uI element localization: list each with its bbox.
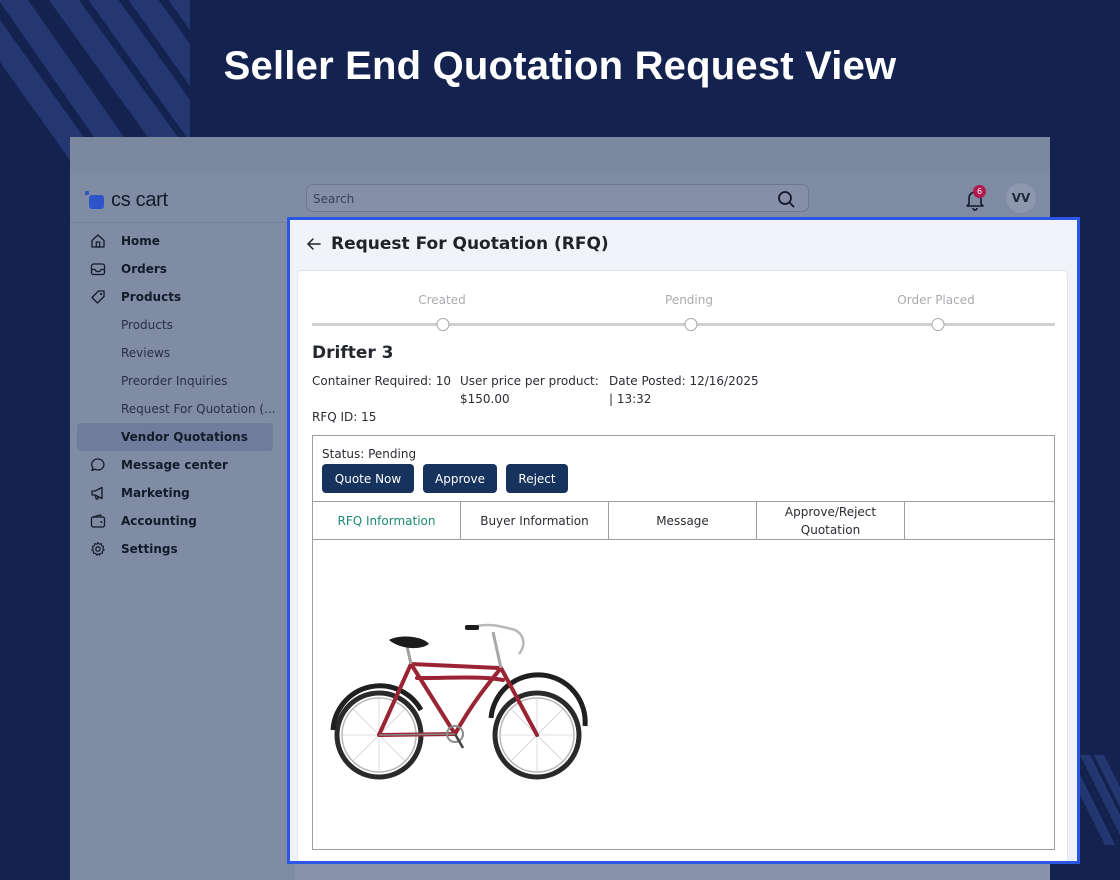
rfq-header: Request For Quotation (RFQ) — [290, 220, 1077, 268]
user-avatar[interactable]: VV — [1006, 183, 1036, 213]
sidebar-item-label: Vendor Quotations — [121, 430, 248, 444]
sidebar-item-orders[interactable]: Orders — [70, 255, 286, 283]
search-bar — [306, 184, 809, 212]
approve-button[interactable]: Approve — [423, 464, 497, 493]
rfq-id: RFQ ID: 15 — [312, 410, 377, 424]
sidebar-subitem-products[interactable]: Products — [70, 311, 286, 339]
page-title: Request For Quotation (RFQ) — [331, 234, 609, 254]
container-required: Container Required: 10 — [312, 374, 451, 388]
hero-title: Seller End Quotation Request View — [223, 44, 897, 88]
sidebar-item-label: Reviews — [121, 346, 171, 360]
sidebar-subitem-reviews[interactable]: Reviews — [70, 339, 286, 367]
sidebar-item-home[interactable]: Home — [70, 227, 286, 255]
tab-approve-reject-quotation[interactable]: Approve/Reject Quotation — [757, 502, 905, 539]
search-icon[interactable] — [776, 189, 796, 209]
sidebar-subitem-vendor-quotations[interactable]: Vendor Quotations — [77, 423, 273, 451]
rfq-panel: Created Pending Order Placed Drifter 3 C… — [297, 270, 1068, 861]
rfq-card: Request For Quotation (RFQ) Created Pend… — [287, 217, 1080, 864]
sidebar-subitem-preorder-inquiries[interactable]: Preorder Inquiries — [70, 367, 286, 395]
step-label-order-placed: Order Placed — [897, 293, 975, 307]
tag-icon — [91, 290, 105, 304]
sidebar-item-message-center[interactable]: Message center — [70, 451, 286, 479]
step-dot-order-placed — [931, 318, 945, 331]
tab-message[interactable]: Message — [609, 502, 757, 539]
user-price: User price per product: $150.00 — [460, 372, 599, 408]
sidebar-item-settings[interactable]: Settings — [70, 535, 286, 563]
quote-now-button[interactable]: Quote Now — [322, 464, 414, 493]
sidebar-item-label: Orders — [121, 262, 167, 276]
sidebar-item-marketing[interactable]: Marketing — [70, 479, 286, 507]
back-arrow-icon[interactable] — [306, 236, 322, 252]
sidebar-item-accounting[interactable]: Accounting — [70, 507, 286, 535]
rfq-tabs: RFQ Information Buyer Information Messag… — [313, 501, 1054, 540]
sidebar-item-label: Message center — [121, 458, 228, 472]
sidebar-item-label: Settings — [121, 542, 178, 556]
sidebar-item-label: Products — [121, 318, 173, 332]
sidebar-item-label: Products — [121, 290, 182, 304]
home-icon — [91, 234, 105, 248]
sidebar-item-label: Marketing — [121, 486, 190, 500]
wallet-icon — [90, 514, 106, 528]
sidebar-item-label: Preorder Inquiries — [121, 374, 228, 388]
window-top-strip — [70, 137, 1050, 173]
reject-button[interactable]: Reject — [506, 464, 568, 493]
notification-count-badge: 6 — [973, 185, 986, 198]
date-posted-date: Date Posted: 12/16/2025 — [609, 374, 759, 388]
date-posted-time: | 13:32 — [609, 392, 652, 406]
app-header: cs cart 6 VV — [70, 173, 1050, 223]
sidebar: Home Orders Products Products Reviews Pr… — [70, 227, 286, 563]
progress-stepper: Created Pending Order Placed — [312, 293, 1055, 333]
search-input[interactable] — [313, 189, 763, 209]
user-price-value: $150.00 — [460, 392, 510, 406]
decorative-stripes — [1080, 755, 1120, 845]
date-posted: Date Posted: 12/16/2025 | 13:32 — [609, 372, 759, 408]
tab-buyer-information[interactable]: Buyer Information — [461, 502, 609, 539]
inbox-icon — [90, 263, 106, 276]
gear-icon — [91, 541, 105, 556]
sidebar-subitem-request-for-quotation[interactable]: Request For Quotation (... — [70, 395, 286, 423]
sidebar-item-label: Home — [121, 234, 160, 248]
logo-text: cs cart — [111, 188, 168, 211]
sidebar-item-label: Request For Quotation (... — [121, 402, 276, 416]
tab-rfq-information[interactable]: RFQ Information — [313, 502, 461, 539]
step-dot-created — [436, 318, 450, 331]
chat-icon — [91, 458, 105, 472]
logo[interactable]: cs cart — [85, 188, 168, 212]
sidebar-item-label: Accounting — [121, 514, 197, 528]
cs-cart-logo-icon — [85, 191, 105, 209]
product-image-bicycle — [330, 623, 588, 780]
step-label-created: Created — [418, 293, 466, 307]
megaphone-icon — [91, 486, 103, 500]
status-text: Status: Pending — [322, 447, 417, 461]
rfq-detail-box: Status: Pending Quote Now Approve Reject… — [312, 435, 1055, 850]
sidebar-item-products[interactable]: Products — [70, 283, 286, 311]
step-label-pending: Pending — [665, 293, 713, 307]
user-price-label: User price per product: — [460, 374, 599, 388]
step-dot-pending — [684, 318, 698, 331]
product-name: Drifter 3 — [312, 343, 394, 363]
